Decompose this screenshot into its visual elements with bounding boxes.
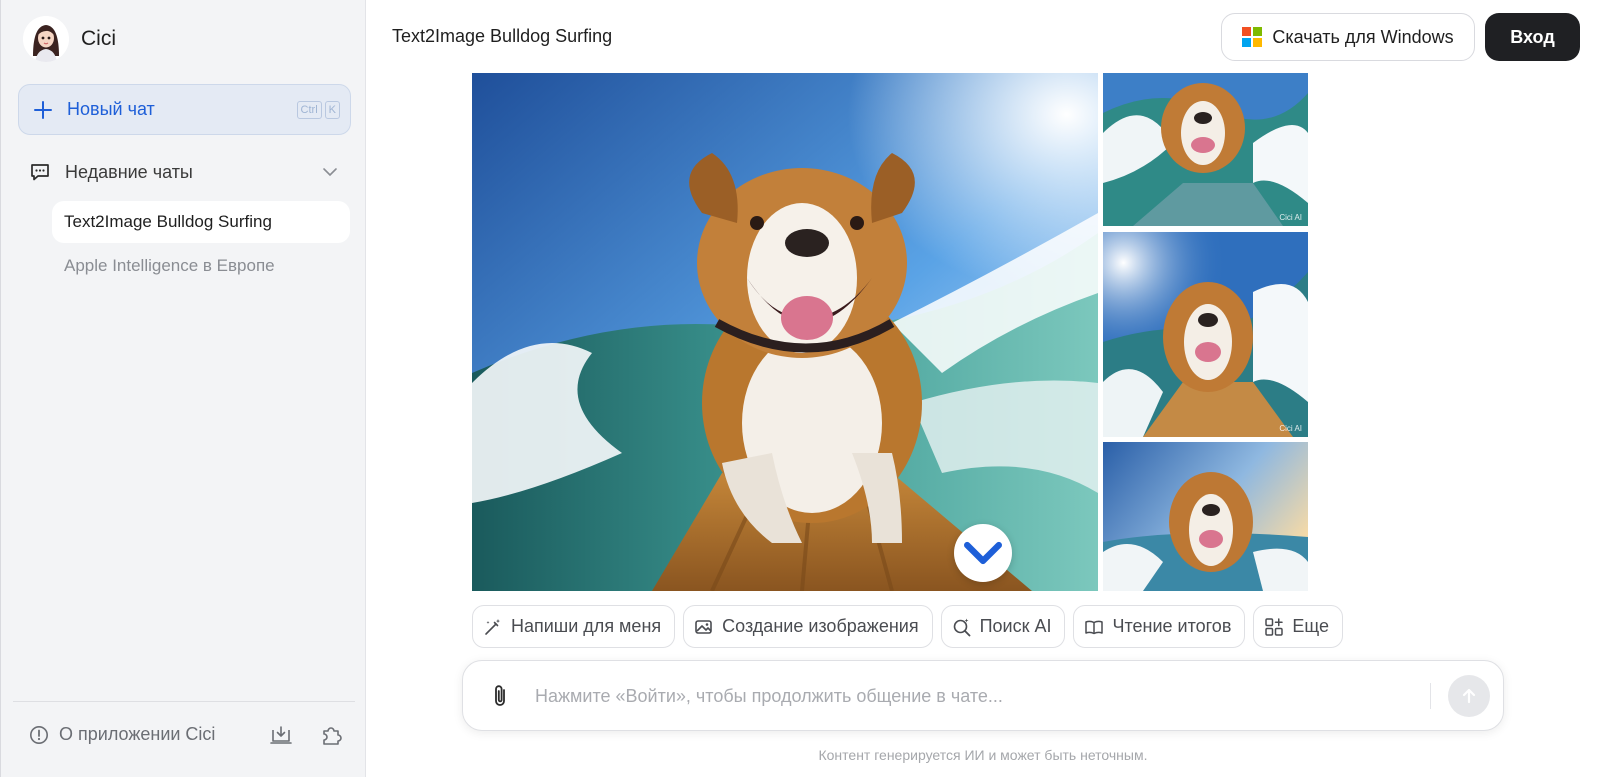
- plus-icon: [34, 100, 52, 119]
- chip-label: Напиши для меня: [511, 616, 662, 636]
- recent-chats-label: Недавние чаты: [65, 161, 193, 182]
- new-chat-button[interactable]: Новый чат Ctrl K: [18, 84, 351, 135]
- generated-image-thumb-3[interactable]: [1103, 442, 1308, 591]
- chat-bubble-icon: [31, 164, 49, 181]
- windows-logo-icon: [1242, 27, 1263, 47]
- arrow-up-icon: [1462, 688, 1476, 704]
- avatar: [23, 16, 69, 62]
- grid-plus-icon: [1265, 617, 1284, 636]
- message-input[interactable]: [535, 679, 1385, 713]
- chip-label: Создание изображения: [722, 616, 919, 636]
- watermark: Cici AI: [1279, 424, 1302, 433]
- book-icon: [1085, 620, 1104, 634]
- chat-item-label: Text2Image Bulldog Surfing: [64, 212, 272, 231]
- scroll-down-button[interactable]: [954, 524, 1012, 582]
- generated-image-main[interactable]: [472, 73, 1098, 591]
- chip-create-image[interactable]: Создание изображения: [683, 605, 933, 648]
- bulldog-surfing-image: [472, 73, 1098, 591]
- chip-label: Еще: [1292, 616, 1330, 636]
- bulldog-thumb-image: [1103, 73, 1308, 226]
- download-windows-button[interactable]: Скачать для Windows: [1221, 13, 1475, 61]
- search-sparkle-icon: [953, 618, 970, 636]
- info-icon: [30, 725, 48, 744]
- chip-more[interactable]: Еще: [1253, 605, 1344, 648]
- divider: [1430, 683, 1431, 709]
- about-link[interactable]: О приложении Cici: [29, 724, 215, 745]
- recent-chats-toggle[interactable]: Недавние чаты: [29, 158, 339, 186]
- download-app-icon[interactable]: [268, 722, 294, 748]
- chat-item-apple[interactable]: Apple Intelligence в Европе: [52, 245, 350, 287]
- chevron-down-icon: [323, 168, 337, 177]
- extension-icon[interactable]: [319, 722, 345, 748]
- chip-label: Поиск AI: [979, 616, 1052, 636]
- disclaimer-text: Контент генерируется ИИ и может быть нет…: [818, 747, 1148, 763]
- shortcut-key-k: K: [324, 100, 340, 119]
- paperclip-icon[interactable]: [487, 682, 515, 710]
- new-chat-label: Новый чат: [67, 99, 155, 119]
- send-button[interactable]: [1448, 675, 1490, 717]
- bulldog-thumb-image: [1103, 232, 1308, 437]
- chat-item-label: Apple Intelligence в Европе: [64, 256, 275, 275]
- image-icon: [695, 619, 712, 634]
- quick-actions: Напиши для меня Создание изображения Пои…: [472, 605, 1344, 648]
- about-label: О приложении Cici: [59, 724, 216, 744]
- chevron-down-icon: [964, 541, 1002, 565]
- app-name: Cici: [81, 27, 116, 50]
- page-title: Text2Image Bulldog Surfing: [392, 26, 613, 46]
- chip-ai-search[interactable]: Поиск AI: [940, 605, 1066, 648]
- chip-label: Чтение итогов: [1112, 616, 1232, 636]
- chat-item-bulldog[interactable]: Text2Image Bulldog Surfing: [52, 201, 350, 243]
- login-button[interactable]: Вход: [1485, 13, 1580, 61]
- sidebar: Cici Новый чат Ctrl K Недавние чаты Text…: [0, 0, 366, 777]
- chip-write-for-me[interactable]: Напиши для меня: [472, 605, 676, 648]
- message-composer: [462, 660, 1504, 731]
- shortcut-hint: Ctrl K: [296, 100, 340, 119]
- magic-pen-icon: [485, 618, 500, 635]
- chip-read-summary[interactable]: Чтение итогов: [1073, 605, 1246, 648]
- generated-image-thumb-2[interactable]: Cici AI: [1103, 232, 1308, 437]
- disclaimer: Контент генерируется ИИ и может быть нет…: [0, 747, 1600, 763]
- brand[interactable]: Cici: [23, 16, 116, 62]
- shortcut-key-ctrl: Ctrl: [296, 100, 322, 119]
- sidebar-footer: О приложении Cici: [13, 701, 355, 777]
- generated-image-thumb-1[interactable]: Cici AI: [1103, 73, 1308, 226]
- watermark: Cici AI: [1279, 213, 1302, 222]
- bulldog-thumb-image: [1103, 442, 1308, 591]
- download-windows-label: Скачать для Windows: [1272, 26, 1454, 47]
